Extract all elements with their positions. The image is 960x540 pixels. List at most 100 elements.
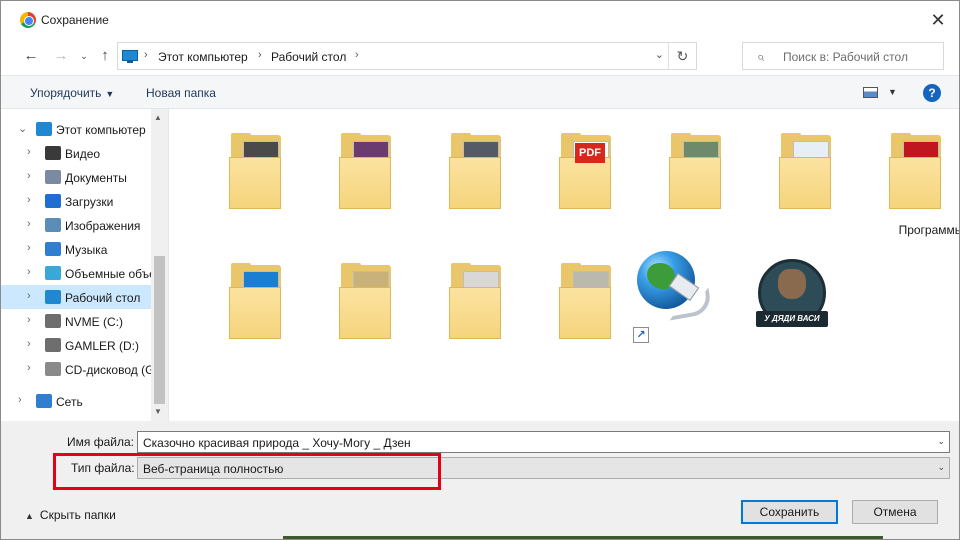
music-icon (45, 242, 61, 256)
internet-shortcut-icon[interactable] (637, 251, 713, 327)
chevron-right-icon[interactable]: › (144, 49, 148, 61)
file-item[interactable] (411, 249, 501, 359)
shortcut-arrow-icon: ↗ (633, 327, 649, 343)
sidebar-item-label: CD-дисковод (G:) (65, 363, 151, 377)
search-input[interactable]: ⌕ Поиск в: Рабочий стол (742, 42, 944, 70)
sidebar-scrollbar[interactable]: ▲ ▼ (151, 109, 168, 421)
file-item[interactable] (741, 119, 831, 229)
forward-icon[interactable]: → (50, 45, 72, 67)
chevron-right-icon[interactable]: › (355, 49, 359, 61)
chevron-down-icon[interactable]: ⌄ (18, 122, 27, 135)
folder-front (449, 157, 501, 209)
sidebar-item-label: Видео (65, 147, 101, 161)
file-item[interactable] (191, 249, 281, 359)
save-dialog: Сохранение ✕ ← → ⌄ ↑ › Этот компьютер › … (0, 0, 960, 540)
file-label: Программы (898, 223, 960, 237)
sidebar-item[interactable]: › NVME (C:) (1, 309, 151, 333)
command-toolbar: Упорядочить ▼ Новая папка ▼ ? (1, 75, 959, 109)
sidebar-item-label: Музыка (65, 243, 108, 257)
file-item[interactable]: Программы (851, 119, 959, 237)
sidebar-item[interactable]: › Рабочий стол (1, 285, 151, 309)
caret-up-icon: ▲ (25, 511, 34, 521)
chevron-right-icon[interactable]: › (27, 194, 31, 206)
caret-down-icon[interactable]: ▼ (888, 87, 897, 97)
navigation-pane: ⌄ Этот компьютер › Видео › Документы › Загрузки… (1, 109, 169, 421)
chevron-right-icon[interactable]: › (27, 290, 31, 302)
hide-folders-label: Скрыть папки (39, 508, 116, 522)
folder-front (229, 157, 281, 209)
sidebar-item-label: Этот компьютер (56, 123, 146, 137)
sidebar-item-label: Рабочий стол (65, 291, 141, 305)
chevron-right-icon[interactable]: › (27, 314, 31, 326)
pictures-icon (45, 218, 61, 232)
breadcrumb-desktop[interactable]: Рабочий стол (271, 50, 346, 64)
video-icon (45, 146, 61, 160)
navigation-bar: ← → ⌄ ↑ › Этот компьютер › Рабочий стол … (1, 39, 959, 75)
chevron-right-icon[interactable]: › (18, 394, 22, 406)
filename-value: Сказочно красивая природа _ Хочу-Могу _ … (143, 436, 411, 450)
uncle-vasya-logo-icon[interactable]: У ДЯДИ ВАСИ (756, 259, 828, 335)
sidebar-item[interactable]: › Документы (1, 165, 151, 189)
file-item[interactable] (301, 249, 391, 359)
new-folder-button[interactable]: Новая папка (146, 86, 216, 100)
organize-label: Упорядочить (30, 86, 102, 100)
sidebar-item[interactable]: › CD-дисковод (G:) (1, 357, 151, 381)
help-icon[interactable]: ? (923, 84, 941, 102)
folder-front (669, 157, 721, 209)
chevron-right-icon[interactable]: › (27, 362, 31, 374)
refresh-icon[interactable]: ↻ (668, 43, 696, 69)
chevron-right-icon[interactable]: › (27, 266, 31, 278)
folder-front (339, 157, 391, 209)
chevron-right-icon[interactable]: › (27, 338, 31, 350)
sidebar-item[interactable]: › Изображения (1, 213, 151, 237)
chevron-down-icon[interactable]: ⌄ (937, 436, 945, 447)
scrollbar-thumb[interactable] (154, 256, 165, 404)
address-bar[interactable]: › Этот компьютер › Рабочий стол › ⌄ ↻ (117, 42, 697, 70)
sidebar-item-label: NVME (C:) (65, 315, 123, 329)
chevron-down-icon[interactable]: ⌄ (937, 462, 945, 473)
sidebar-item[interactable]: › Загрузки (1, 189, 151, 213)
file-item[interactable] (411, 119, 501, 229)
folder-front (559, 157, 611, 209)
chevron-down-icon[interactable]: ⌄ (655, 48, 664, 61)
annotation-highlight-box (53, 453, 441, 490)
breadcrumb-this-pc[interactable]: Этот компьютер (158, 50, 248, 64)
file-item[interactable] (631, 119, 721, 229)
up-icon[interactable]: ↑ (94, 45, 116, 67)
organize-button[interactable]: Упорядочить ▼ (30, 86, 114, 100)
recent-locations-icon[interactable]: ⌄ (73, 45, 95, 67)
save-button[interactable]: Сохранить (741, 500, 838, 524)
sidebar-item[interactable]: › GAMLER (D:) (1, 333, 151, 357)
sidebar-item-label: Загрузки (65, 195, 114, 209)
chevron-right-icon[interactable]: › (27, 146, 31, 158)
view-options-icon[interactable] (863, 87, 878, 98)
close-button[interactable]: ✕ (925, 7, 951, 33)
computer-icon (36, 122, 52, 136)
file-item[interactable]: PDF (521, 119, 611, 229)
cancel-button[interactable]: Отмена (852, 500, 938, 524)
chevron-right-icon[interactable]: › (27, 170, 31, 182)
hide-folders-button[interactable]: ▲ Скрыть папки (25, 508, 116, 522)
file-item[interactable] (301, 119, 391, 229)
documents-icon (45, 170, 61, 184)
file-item[interactable] (521, 249, 611, 359)
chrome-icon (20, 12, 36, 28)
scroll-up-icon[interactable]: ▲ (154, 113, 162, 122)
file-item[interactable] (191, 119, 281, 229)
filename-field[interactable]: Сказочно красивая природа _ Хочу-Могу _ … (137, 431, 950, 453)
downloads-icon (45, 194, 61, 208)
chevron-right-icon[interactable]: › (27, 218, 31, 230)
computer-icon (122, 50, 138, 63)
scroll-down-icon[interactable]: ▼ (154, 407, 162, 416)
chevron-right-icon[interactable]: › (27, 242, 31, 254)
save-options-panel: Имя файла: Сказочно красивая природа _ Х… (1, 421, 959, 539)
sidebar-item[interactable]: ⌄ Этот компьютер (1, 117, 151, 141)
folder-front (449, 287, 501, 339)
sidebar-item[interactable]: › Видео (1, 141, 151, 165)
back-icon[interactable]: ← (20, 45, 42, 67)
sidebar-item-label: GAMLER (D:) (65, 339, 140, 353)
sidebar-item[interactable]: › Музыка (1, 237, 151, 261)
sidebar-item[interactable]: › Сеть (1, 389, 151, 413)
chevron-right-icon[interactable]: › (258, 49, 262, 61)
sidebar-item[interactable]: › Объемные объекты (1, 261, 151, 285)
